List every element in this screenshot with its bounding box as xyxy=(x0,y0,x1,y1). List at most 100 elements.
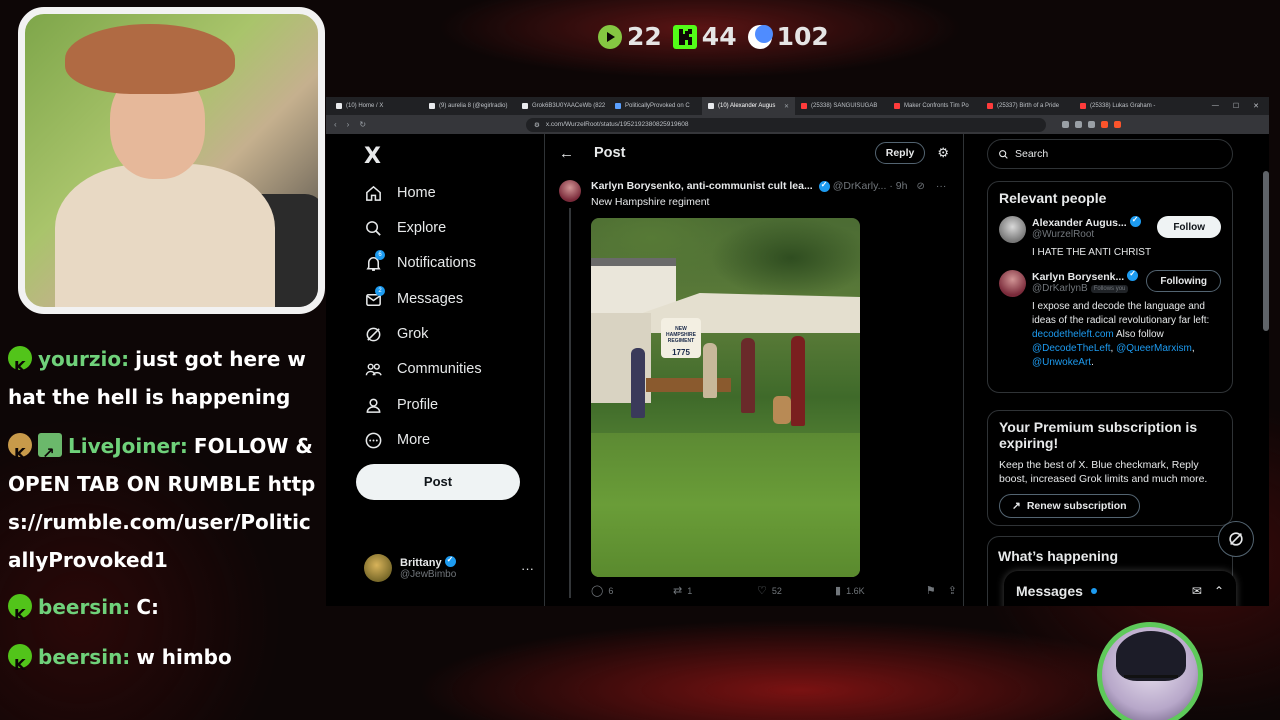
tweet-media-video[interactable]: NEW HAMPSHIRE REGIMENT 1775 xyxy=(591,218,860,577)
account-info: Brittany @JewBimbo xyxy=(400,555,457,580)
person-avatar xyxy=(999,216,1026,243)
communities-icon xyxy=(365,363,382,376)
account-handle: @JewBimbo xyxy=(400,569,457,580)
reload-icon[interactable]: ↻ xyxy=(359,120,366,129)
back-nav-icon[interactable]: ‹ xyxy=(334,120,337,129)
share-icon[interactable]: ⇪ xyxy=(948,584,957,597)
nav-item-grok[interactable]: Grok xyxy=(364,319,428,349)
rumble-icon xyxy=(598,24,622,49)
forward-nav-icon[interactable]: › xyxy=(347,120,350,129)
following-button[interactable]: Following xyxy=(1146,270,1221,292)
nav-item-home[interactable]: Home xyxy=(364,178,436,208)
browser-tab[interactable]: (9) aurelia 8 (@egirlradio) xyxy=(423,97,516,115)
close-window-icon[interactable]: ✕ xyxy=(1253,102,1259,110)
x-favicon-icon xyxy=(429,103,435,109)
expand-drawer-icon[interactable]: ⌃ xyxy=(1214,584,1224,598)
grok-explain-icon[interactable]: ⊘ xyxy=(916,181,924,192)
views-action[interactable]: ▮ 1.6K xyxy=(835,584,923,597)
stream-stats: 22 44 102 xyxy=(597,22,829,51)
back-arrow-icon[interactable]: ← xyxy=(559,145,574,162)
browser-tab[interactable]: Maker Confronts Tim Po xyxy=(888,97,981,115)
reply-count: 6 xyxy=(608,585,614,596)
follows-you-badge: Follows you xyxy=(1090,285,1129,293)
new-message-icon[interactable]: ✉ xyxy=(1192,584,1202,598)
like-action[interactable]: ♡ 52 xyxy=(757,584,835,597)
reply-settings-icon[interactable]: ⚙ xyxy=(937,145,949,161)
follow-button[interactable]: Follow xyxy=(1157,216,1221,238)
renew-subscription-button[interactable]: ↗ Renew subscription xyxy=(999,494,1140,518)
account-switcher[interactable]: Brittany @JewBimbo ··· xyxy=(364,554,534,582)
sign-year: 1775 xyxy=(672,348,690,357)
tab-bar: (10) Home / X (9) aurelia 8 (@egirlradio… xyxy=(326,97,1269,115)
tweet-time[interactable]: · 9h xyxy=(889,180,907,192)
browser-tab[interactable]: (25338) Lukas Graham - xyxy=(1074,97,1167,115)
unread-dot xyxy=(1090,588,1097,594)
account-avatar xyxy=(364,554,392,582)
extension-icon[interactable] xyxy=(1062,121,1070,128)
browser-tab[interactable]: (10) Home / X xyxy=(330,97,423,115)
zoom-icon[interactable] xyxy=(1075,121,1083,128)
nav-item-notifications[interactable]: 6 Notifications xyxy=(364,248,476,278)
person-bio: I HATE THE ANTI CHRIST xyxy=(1032,247,1152,258)
kick-badge-icon xyxy=(8,644,32,684)
nav-item-more[interactable]: More xyxy=(364,425,430,455)
nav-label: Explore xyxy=(397,220,447,236)
brave-rewards-icon[interactable] xyxy=(1114,121,1122,128)
tweet-author-handle[interactable]: @DrKarly... xyxy=(833,180,887,192)
tab-title: (25337) Birth of a Pride xyxy=(997,103,1060,109)
verified-badge-icon xyxy=(1127,269,1139,281)
account-more-icon[interactable]: ··· xyxy=(521,561,534,576)
x-logo[interactable]: X xyxy=(364,144,381,169)
tab-title: (25338) Lukas Graham - xyxy=(1090,103,1156,109)
tweet-more-icon[interactable]: ··· xyxy=(936,180,947,192)
reply-button[interactable]: Reply xyxy=(874,142,926,164)
relevant-person[interactable]: Alexander Augus... @WurzelRoot Follow I … xyxy=(999,215,1221,260)
browser-tab[interactable]: Grok6B3U0YAACeWb (822 xyxy=(516,97,609,115)
close-tab-icon[interactable]: ✕ xyxy=(784,103,789,110)
bio-mention[interactable]: @DecodeTheLeft xyxy=(1032,343,1111,354)
share-icon[interactable] xyxy=(1088,121,1096,128)
browser-tab[interactable]: PoliticallyProvoked on C xyxy=(609,97,702,115)
maximize-icon[interactable]: ☐ xyxy=(1233,102,1239,110)
media-person xyxy=(791,336,805,426)
compose-post-button[interactable]: Post xyxy=(356,464,520,500)
minimize-icon[interactable]: — xyxy=(1212,102,1219,110)
chat-text: C: xyxy=(136,595,159,619)
other-viewers: 102 xyxy=(747,22,829,51)
nav-item-explore[interactable]: Explore xyxy=(364,213,446,243)
browser-tab[interactable]: (25338) SANGUISUGAB xyxy=(795,97,888,115)
page-title: Post xyxy=(594,145,626,161)
bio-mention[interactable]: @QueerMarxism xyxy=(1116,343,1192,354)
page-scrollbar[interactable] xyxy=(1263,171,1269,331)
messages-drawer[interactable]: Messages ✉ ⌃ xyxy=(1004,571,1236,606)
relevant-person[interactable]: Karlyn Borysenk... @DrKarlynBFollows you… xyxy=(999,269,1221,370)
chat-username: beersin: xyxy=(38,645,131,669)
tweet-author-name[interactable]: Karlyn Borysenko, anti-communist cult le… xyxy=(591,180,813,192)
brave-shield-icon[interactable] xyxy=(1101,121,1109,128)
chat-text: w himbo xyxy=(136,645,232,669)
site-info-icon[interactable]: ⚙ xyxy=(534,121,540,129)
profile-icon xyxy=(366,398,381,413)
bio-link[interactable]: decodetheleft.com xyxy=(1032,329,1114,340)
search-input[interactable]: Search xyxy=(987,139,1233,169)
tab-title: PoliticallyProvoked on C xyxy=(625,103,690,109)
url-input[interactable]: ⚙ x.com/WurzelRoot/status/19521923808259… xyxy=(526,117,1047,132)
nav-item-profile[interactable]: Profile xyxy=(364,390,438,420)
grok-icon xyxy=(366,327,381,341)
bookmark-icon[interactable]: ⚑ xyxy=(926,584,936,597)
browser-tab-active[interactable]: (10) Alexander Augus ✕ xyxy=(702,97,795,115)
tweet-author-avatar[interactable] xyxy=(559,180,581,202)
repost-action[interactable]: ⇄ 1 xyxy=(673,584,757,597)
nav-item-messages[interactable]: 2 Messages xyxy=(364,284,463,314)
chat-message: yourzio:just got here what the hell is h… xyxy=(8,340,318,416)
reply-action[interactable]: ◯ 6 xyxy=(591,584,673,597)
grok-floating-button[interactable] xyxy=(1218,521,1254,557)
repost-icon: ⇄ xyxy=(673,585,683,597)
browser-tab[interactable]: (25337) Birth of a Pride xyxy=(981,97,1074,115)
arrow-up-right-icon: ↗ xyxy=(1012,500,1021,512)
like-count: 52 xyxy=(771,585,782,596)
repost-count: 1 xyxy=(687,585,693,596)
post-header: ← Post Reply ⚙ xyxy=(545,134,963,172)
nav-item-communities[interactable]: Communities xyxy=(364,354,482,384)
bio-mention[interactable]: @UnwokeArt xyxy=(1032,357,1091,368)
